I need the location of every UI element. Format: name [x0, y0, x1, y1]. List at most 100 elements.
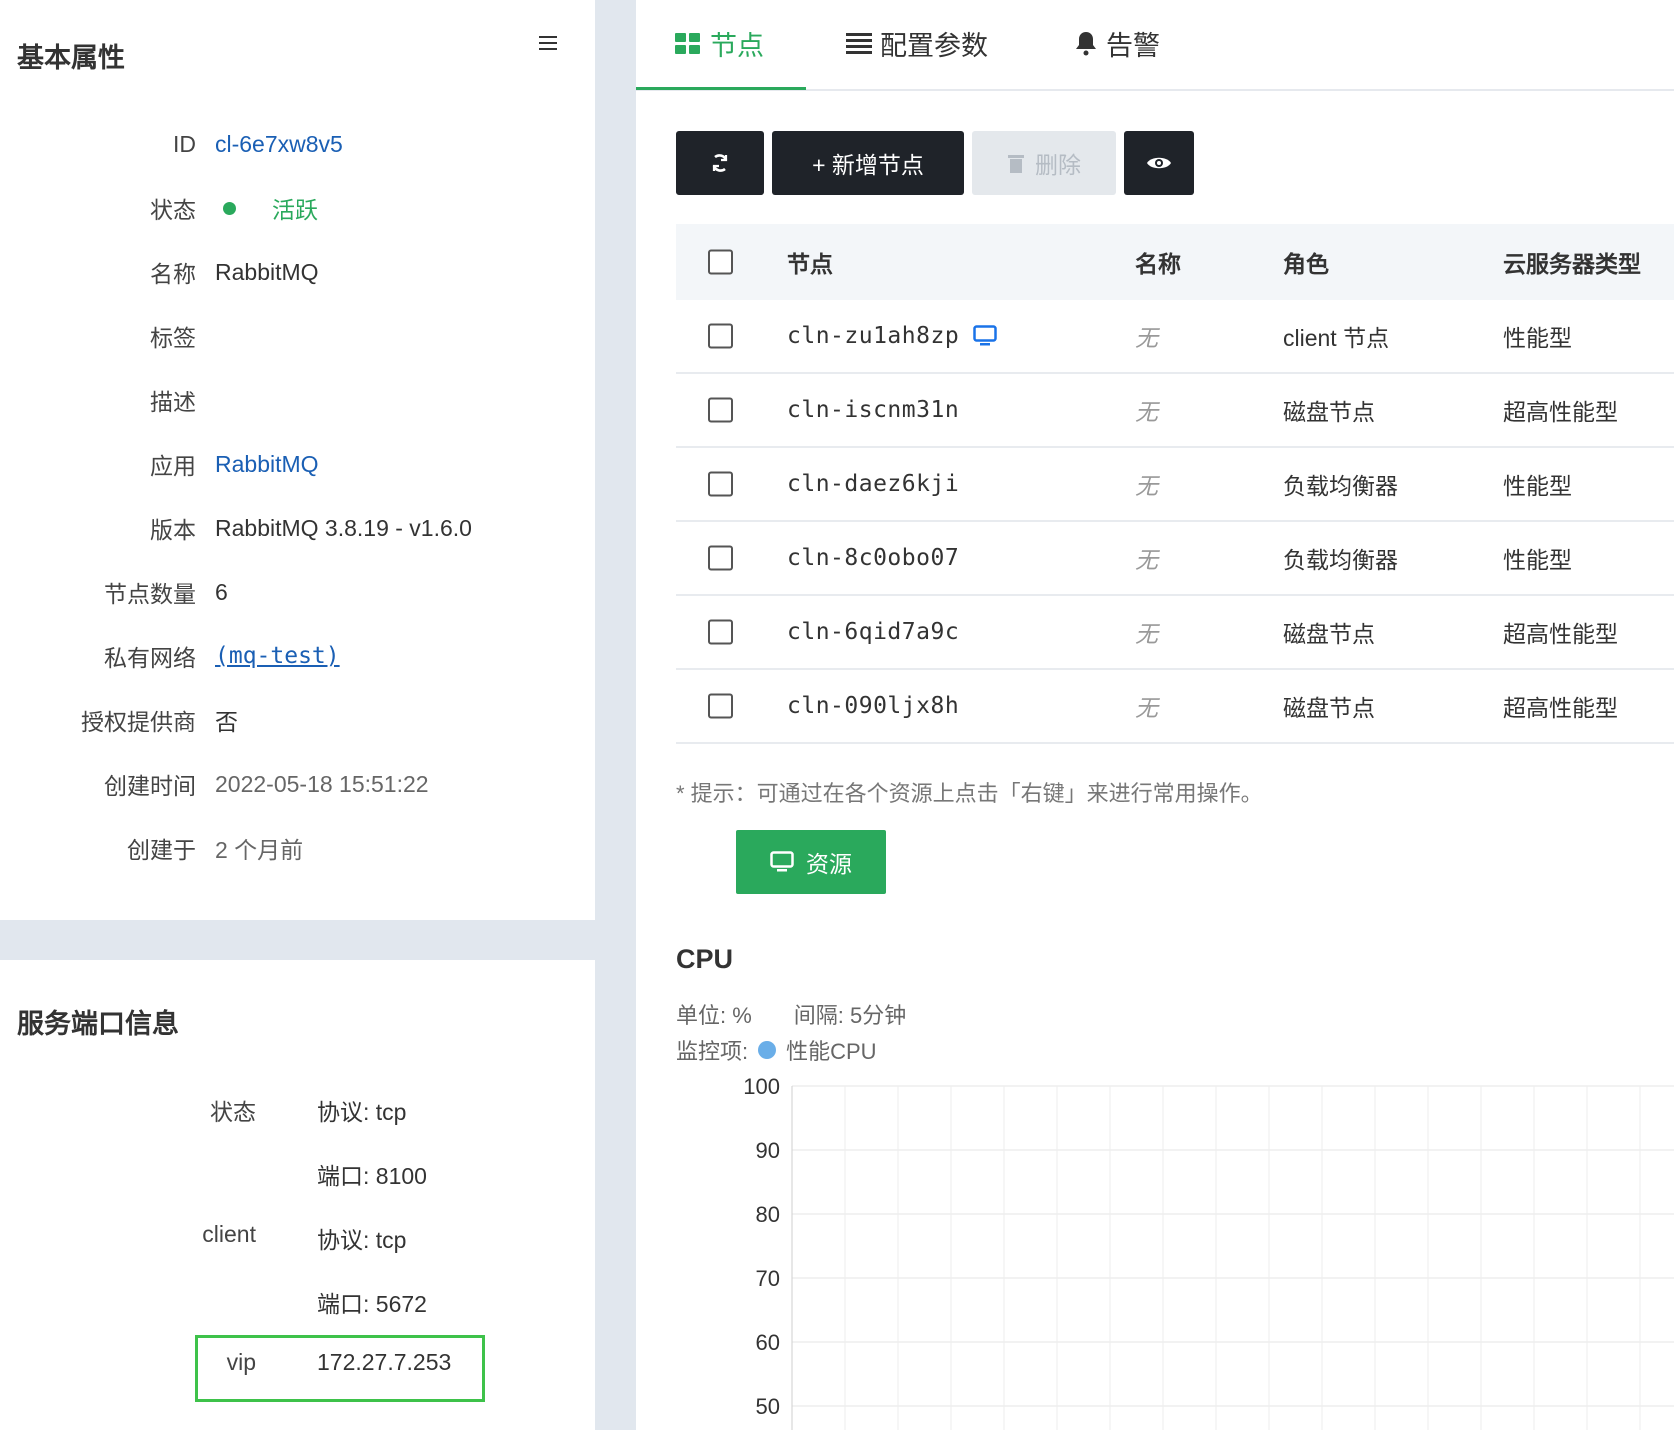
prop-description: 描述: [0, 380, 595, 420]
y-tick-label: 90: [756, 1138, 780, 1163]
status-text: 活跃: [272, 197, 318, 223]
node-id-cell: cln-zu1ah8zp: [787, 323, 997, 349]
tab-label: 节点: [710, 30, 764, 61]
refresh-icon: [712, 154, 728, 172]
cluster-id-link[interactable]: cl-6e7xw8v5: [215, 131, 343, 158]
delete-button[interactable]: 删除: [972, 131, 1116, 195]
nodes-table: 节点 名称 角色 云服务器类型 cln-zu1ah8zp 无 client 节点…: [676, 224, 1674, 744]
row-checkbox[interactable]: [708, 471, 733, 497]
tab-config-params[interactable]: 配置参数: [846, 20, 988, 66]
col-name: 名称: [1135, 251, 1181, 277]
row-checkbox[interactable]: [708, 693, 733, 719]
col-node: 节点: [787, 251, 833, 277]
legend-dot-icon[interactable]: [758, 1041, 777, 1059]
type-cell: 超高性能型: [1503, 695, 1618, 721]
prop-label: 授权提供商: [81, 709, 196, 735]
chart-title: CPU: [676, 944, 734, 974]
tab-label: 告警: [1106, 30, 1160, 61]
port-label: client: [202, 1221, 256, 1247]
tab-bar: 节点 配置参数 告警: [636, 0, 1674, 91]
role-cell: client 节点: [1283, 325, 1390, 351]
node-id: cln-090ljx8h: [787, 693, 960, 719]
prop-label: 创建时间: [104, 773, 196, 799]
active-tab-indicator: [636, 87, 806, 90]
table-row[interactable]: cln-090ljx8h 无 磁盘节点 超高性能型: [676, 670, 1674, 744]
row-checkbox[interactable]: [708, 545, 733, 571]
prop-label: 节点数量: [104, 581, 196, 607]
prop-value: RabbitMQ: [215, 258, 319, 285]
role-cell: 负载均衡器: [1283, 473, 1398, 499]
prop-value: 6: [215, 578, 228, 605]
prop-node-count: 节点数量 6: [0, 572, 595, 612]
role-cell: 磁盘节点: [1283, 399, 1375, 425]
delete-label: 删除: [1035, 152, 1081, 178]
table-row[interactable]: cln-zu1ah8zp 无 client 节点 性能型: [676, 300, 1674, 374]
table-row[interactable]: cln-8c0obo07 无 负载均衡器 性能型: [676, 522, 1674, 596]
name-cell: 无: [1135, 547, 1158, 573]
prop-value: 2 个月前: [215, 837, 304, 863]
type-cell: 超高性能型: [1503, 621, 1618, 647]
type-cell: 性能型: [1503, 473, 1572, 499]
node-id: cln-iscnm31n: [787, 397, 960, 423]
role-cell: 磁盘节点: [1283, 621, 1375, 647]
prop-label: 名称: [150, 261, 196, 287]
y-tick-label: 50: [756, 1394, 780, 1419]
y-tick-label: 70: [756, 1266, 780, 1291]
row-checkbox[interactable]: [708, 323, 733, 349]
select-all-checkbox[interactable]: [708, 249, 733, 275]
role-cell: 磁盘节点: [1283, 695, 1375, 721]
port-value: 端口: 8100: [317, 1163, 427, 1189]
y-tick-label: 80: [756, 1202, 780, 1227]
trash-icon: [1008, 155, 1024, 173]
service-ports-title: 服务端口信息: [17, 1009, 179, 1039]
type-cell: 性能型: [1503, 547, 1572, 573]
col-type: 云服务器类型: [1503, 251, 1641, 277]
eye-icon: [1147, 157, 1171, 169]
node-id: cln-daez6kji: [787, 471, 960, 497]
monitor-icon[interactable]: [973, 325, 997, 347]
port-label: 状态: [210, 1099, 256, 1125]
tab-label: 配置参数: [880, 30, 988, 61]
node-id: cln-6qid7a9c: [787, 619, 960, 645]
prop-value: 2022-05-18 15:51:22: [215, 770, 429, 797]
y-tick-label: 60: [756, 1330, 780, 1355]
port-row: 状态 协议: tcp: [0, 1087, 595, 1127]
prop-value: 否: [215, 709, 238, 735]
y-tick-label: 100: [743, 1074, 780, 1099]
grid-icon: [675, 32, 700, 54]
app-link[interactable]: RabbitMQ: [215, 451, 319, 478]
tab-nodes[interactable]: 节点: [675, 20, 764, 66]
vip-highlight-box: [195, 1335, 485, 1402]
status-value: 活跃: [215, 191, 318, 225]
name-cell: 无: [1135, 695, 1158, 721]
refresh-button[interactable]: [676, 131, 764, 195]
tab-alerts[interactable]: 告警: [1074, 20, 1160, 66]
prop-name: 名称 RabbitMQ: [0, 252, 595, 292]
monitor-icon: [770, 851, 794, 872]
role-cell: 负载均衡器: [1283, 547, 1398, 573]
resources-button[interactable]: 资源: [736, 830, 886, 894]
prop-license: 授权提供商 否: [0, 700, 595, 740]
list-icon: [846, 32, 872, 54]
resources-label: 资源: [806, 851, 852, 877]
node-id: cln-zu1ah8zp: [787, 323, 960, 349]
hint-text: * 提示：可通过在各个资源上点击「右键」来进行常用操作。: [676, 781, 1263, 806]
port-value: 协议: tcp: [317, 1227, 407, 1253]
prop-version: 版本 RabbitMQ 3.8.19 - v1.6.0: [0, 508, 595, 548]
row-checkbox[interactable]: [708, 619, 733, 645]
prop-vpc: 私有网络 (mq-test): [0, 636, 595, 676]
vpc-link[interactable]: (mq-test): [215, 643, 340, 669]
cpu-chart: 100 90 80 70 60 50: [743, 1074, 1674, 1430]
status-dot-icon: [223, 201, 236, 215]
prop-tags: 标签: [0, 316, 595, 356]
prop-app: 应用 RabbitMQ: [0, 444, 595, 484]
menu-icon[interactable]: [539, 36, 557, 50]
view-button[interactable]: [1124, 131, 1194, 195]
table-row[interactable]: cln-6qid7a9c 无 磁盘节点 超高性能型: [676, 596, 1674, 670]
add-node-button[interactable]: + 新增节点: [772, 131, 964, 195]
row-checkbox[interactable]: [708, 397, 733, 423]
col-role: 角色: [1283, 251, 1329, 277]
table-header: 节点 名称 角色 云服务器类型: [676, 224, 1674, 300]
table-row[interactable]: cln-daez6kji 无 负载均衡器 性能型: [676, 448, 1674, 522]
table-row[interactable]: cln-iscnm31n 无 磁盘节点 超高性能型: [676, 374, 1674, 448]
